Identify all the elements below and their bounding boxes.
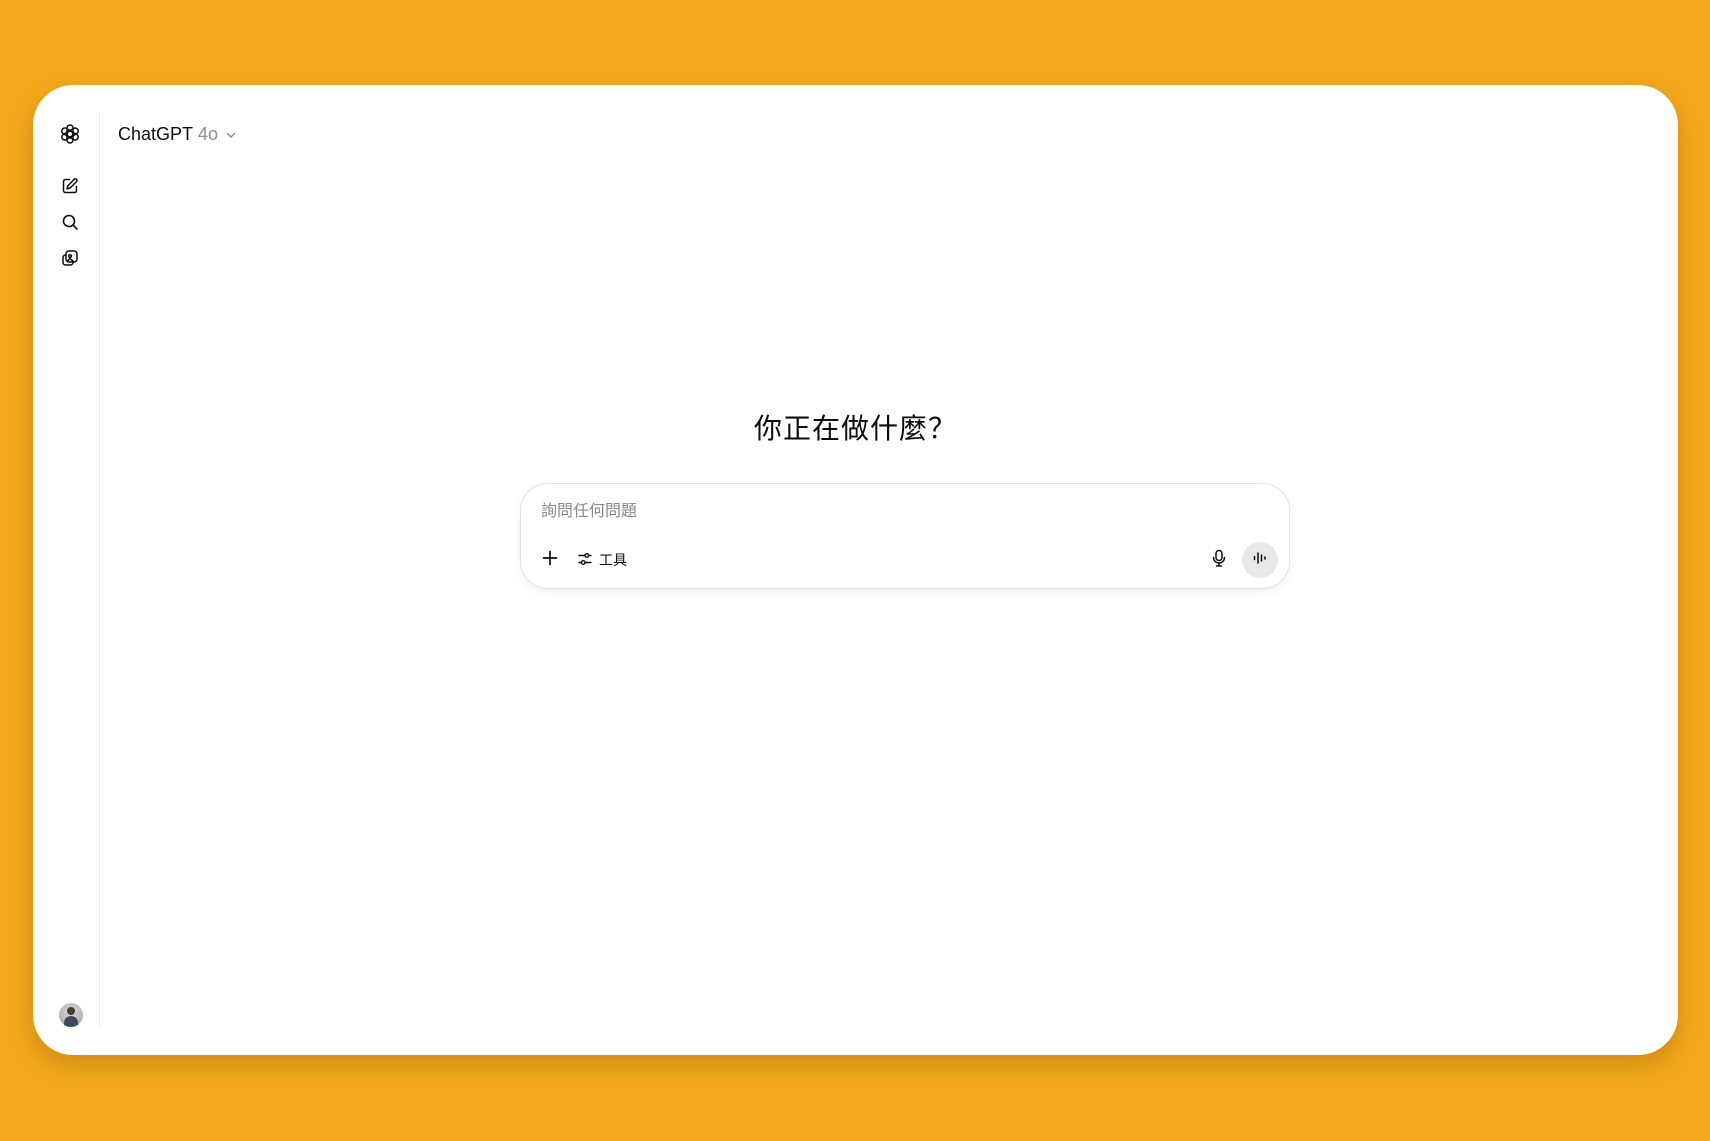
voice-mode-button[interactable] (1242, 542, 1278, 578)
model-selector[interactable]: ChatGPT 4o (118, 122, 237, 146)
sidebar-divider (99, 111, 100, 1029)
microphone-icon (1211, 549, 1227, 572)
new-chat-icon (61, 177, 79, 195)
search-icon (61, 213, 79, 231)
search-button[interactable] (59, 211, 81, 233)
tools-label: 工具 (599, 552, 627, 568)
avatar-head (67, 1007, 75, 1015)
sliders-icon (577, 551, 593, 570)
attach-button[interactable] (537, 547, 563, 573)
plus-icon (541, 549, 559, 572)
page-title: 你正在做什麼？ (753, 413, 957, 444)
avatar[interactable] (59, 1003, 83, 1027)
openai-logo-icon[interactable] (58, 122, 82, 146)
dictate-button[interactable] (1207, 548, 1231, 572)
chevron-down-icon (225, 125, 237, 146)
app-window: ChatGPT 4o 你正在做什麼？ 詢問任何問題 工具 (33, 85, 1678, 1055)
prompt-input[interactable] (541, 498, 1241, 526)
model-name: ChatGPT (118, 123, 194, 144)
library-icon (61, 249, 79, 267)
library-button[interactable] (59, 247, 81, 269)
avatar-body (64, 1016, 78, 1027)
model-version: 4o (198, 123, 219, 144)
new-chat-button[interactable] (59, 175, 81, 197)
waveform-icon (1252, 550, 1268, 571)
sidebar (33, 85, 99, 1055)
composer: 工具 (520, 483, 1290, 589)
tools-button[interactable]: 工具 (577, 547, 627, 573)
